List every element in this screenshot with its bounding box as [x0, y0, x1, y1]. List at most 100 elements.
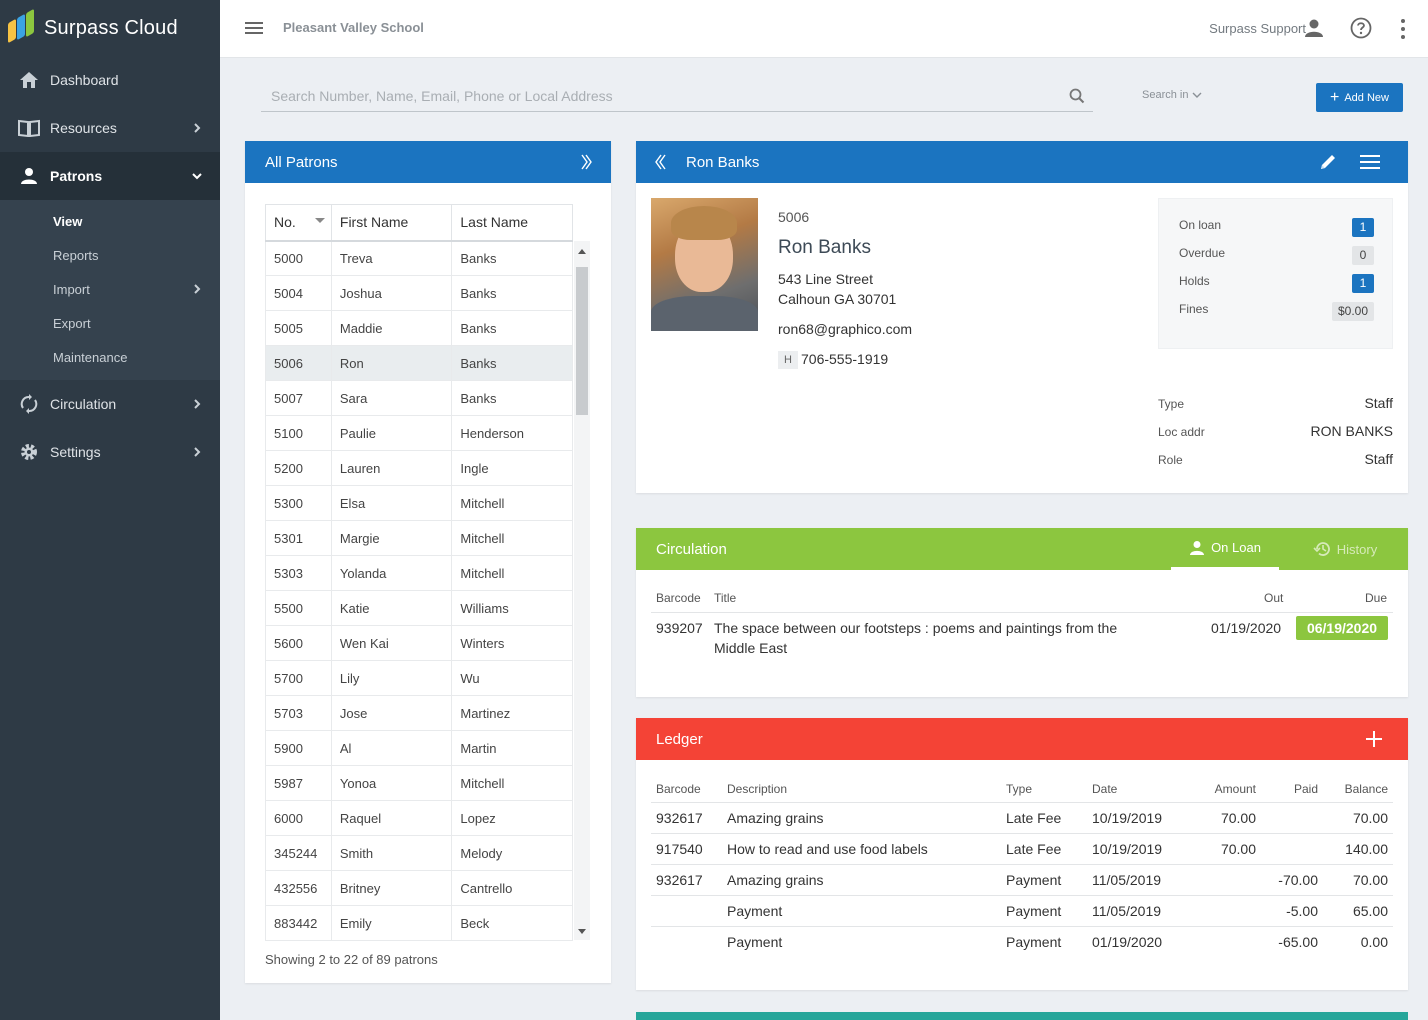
sidebar-subitem-export[interactable]: Export: [0, 306, 220, 340]
ledger-row[interactable]: 932617 Amazing grains Payment 11/05/2019 -70…: [651, 864, 1393, 895]
cell-last-name: Beck: [451, 905, 573, 941]
cell-first-name: Yonoa: [330, 765, 453, 801]
ledger-balance: 0.00: [1360, 934, 1388, 950]
table-row[interactable]: 6000 Raquel Lopez: [265, 800, 573, 836]
table-row[interactable]: 5700 Lily Wu: [265, 660, 573, 696]
ledger-row[interactable]: Payment Payment 01/19/2020 -65.00 0.00: [651, 926, 1393, 957]
sidebar-subitem-import[interactable]: Import: [0, 272, 220, 306]
column-header-type: Type: [1006, 782, 1033, 796]
loan-title-continued[interactable]: Middle East: [714, 640, 787, 656]
cell-first-name: Raquel: [330, 800, 453, 836]
column-header-no[interactable]: No.: [265, 204, 332, 242]
ledger-row[interactable]: 917540 How to read and use food labels Lat…: [651, 833, 1393, 864]
scroll-up-icon[interactable]: [578, 249, 586, 254]
sidebar-item-patrons[interactable]: Patrons: [0, 152, 220, 200]
support-user-name[interactable]: Surpass Support: [1209, 21, 1306, 36]
table-row[interactable]: 5301 Margie Mitchell: [265, 520, 573, 556]
add-new-label: Add New: [1344, 91, 1389, 104]
table-row[interactable]: 5200 Lauren Ingle: [265, 450, 573, 486]
double-chevron-left-icon[interactable]: [654, 153, 668, 171]
table-row[interactable]: 5007 Sara Banks: [265, 380, 573, 416]
cell-no: 5006: [265, 345, 332, 381]
table-row[interactable]: 5303 Yolanda Mitchell: [265, 555, 573, 591]
table-row[interactable]: 5300 Elsa Mitchell: [265, 485, 573, 521]
scroll-thumb[interactable]: [576, 267, 588, 415]
sidebar-item-label: Dashboard: [50, 72, 119, 88]
sidebar-item-dashboard[interactable]: Dashboard: [0, 56, 220, 104]
search-icon[interactable]: [1069, 88, 1085, 104]
cell-first-name: Emily: [330, 905, 453, 941]
sidebar-item-settings[interactable]: Settings: [0, 428, 220, 476]
patron-header-name: Ron Banks: [686, 153, 760, 171]
tab-on-loan[interactable]: On Loan: [1171, 528, 1279, 570]
add-new-button[interactable]: + Add New: [1316, 83, 1403, 112]
table-row[interactable]: 5987 Yonoa Mitchell: [265, 765, 573, 801]
cell-last-name: Banks: [451, 275, 573, 311]
user-account-icon[interactable]: [1304, 18, 1324, 38]
table-row[interactable]: 5100 Paulie Henderson: [265, 415, 573, 451]
cell-no: 5987: [265, 765, 332, 801]
patrons-scrollbar[interactable]: [574, 241, 590, 940]
cell-first-name: Britney: [330, 870, 453, 906]
scroll-down-icon[interactable]: [578, 929, 586, 934]
cell-first-name: Katie: [330, 590, 453, 626]
cell-no: 5600: [265, 625, 332, 661]
loan-out-date: 01/19/2020: [1211, 620, 1282, 636]
table-row[interactable]: 5004 Joshua Banks: [265, 275, 573, 311]
search-input[interactable]: [261, 82, 1051, 110]
ledger-paid: -65.00: [1278, 934, 1318, 950]
table-row[interactable]: 432556 Britney Cantrello: [265, 870, 573, 906]
loan-barcode[interactable]: 939207: [656, 620, 703, 636]
cell-first-name: Elsa: [330, 485, 453, 521]
plus-icon: +: [1330, 88, 1340, 106]
menu-icon[interactable]: [1360, 154, 1380, 170]
cell-no: 5303: [265, 555, 332, 591]
sidebar-item-label: Settings: [50, 444, 101, 460]
table-row[interactable]: 345244 Smith Melody: [265, 835, 573, 871]
cell-last-name: Banks: [451, 310, 573, 346]
cell-no: 5700: [265, 660, 332, 696]
loan-title[interactable]: The space between our footsteps : poems …: [714, 620, 1117, 636]
sidebar-subitem-reports[interactable]: Reports: [0, 238, 220, 272]
surpass-logo-icon: [6, 8, 36, 45]
cell-no: 5000: [265, 240, 332, 276]
column-header-first-name[interactable]: First Name: [330, 204, 453, 242]
search-in-dropdown[interactable]: Search in: [1142, 89, 1202, 101]
sidebar-item-circulation[interactable]: Circulation: [0, 380, 220, 428]
table-row[interactable]: 5006 Ron Banks: [265, 345, 573, 381]
stat-badge: 0: [1352, 246, 1374, 265]
sidebar-subitem-view[interactable]: View: [0, 204, 220, 238]
ledger-type: Late Fee: [1006, 841, 1062, 857]
ledger-type: Payment: [1006, 872, 1062, 888]
edit-pencil-icon[interactable]: [1318, 152, 1338, 172]
table-row[interactable]: 5703 Jose Martinez: [265, 695, 573, 731]
sidebar-item-label: Patrons: [50, 168, 103, 184]
table-row[interactable]: 5600 Wen Kai Winters: [265, 625, 573, 661]
column-header-due: Due: [1365, 591, 1388, 605]
add-ledger-entry-icon[interactable]: [1366, 731, 1382, 747]
cell-last-name: Henderson: [451, 415, 573, 451]
table-row[interactable]: 883442 Emily Beck: [265, 905, 573, 941]
patron-number: 5006: [778, 209, 810, 225]
ledger-row[interactable]: Payment Payment 11/05/2019 -5.00 65.00: [651, 895, 1393, 926]
table-row[interactable]: 5900 Al Martin: [265, 730, 573, 766]
patron-phone[interactable]: 706-555-1919: [801, 351, 888, 367]
more-options-icon[interactable]: [1396, 18, 1410, 40]
table-row[interactable]: 5500 Katie Williams: [265, 590, 573, 626]
column-header-last-name[interactable]: Last Name: [451, 204, 573, 242]
sidebar-subitem-maintenance[interactable]: Maintenance: [0, 340, 220, 374]
brand[interactable]: Surpass Cloud: [0, 0, 220, 56]
help-icon[interactable]: [1350, 17, 1372, 39]
ledger-row[interactable]: 932617 Amazing grains Late Fee 10/19/2019 70…: [651, 802, 1393, 833]
double-chevron-right-icon[interactable]: [579, 153, 593, 171]
cell-last-name: Wu: [451, 660, 573, 696]
sidebar-item-resources[interactable]: Resources: [0, 104, 220, 152]
tab-history[interactable]: History: [1300, 528, 1390, 570]
book-icon: [18, 117, 40, 139]
hamburger-menu-icon[interactable]: [245, 20, 263, 36]
table-row[interactable]: 5000 Treva Banks: [265, 240, 573, 276]
table-row[interactable]: 5005 Maddie Banks: [265, 310, 573, 346]
patron-email[interactable]: ron68@graphico.com: [778, 321, 912, 337]
cell-no: 5500: [265, 590, 332, 626]
sidebar-item-label: Circulation: [50, 396, 117, 412]
